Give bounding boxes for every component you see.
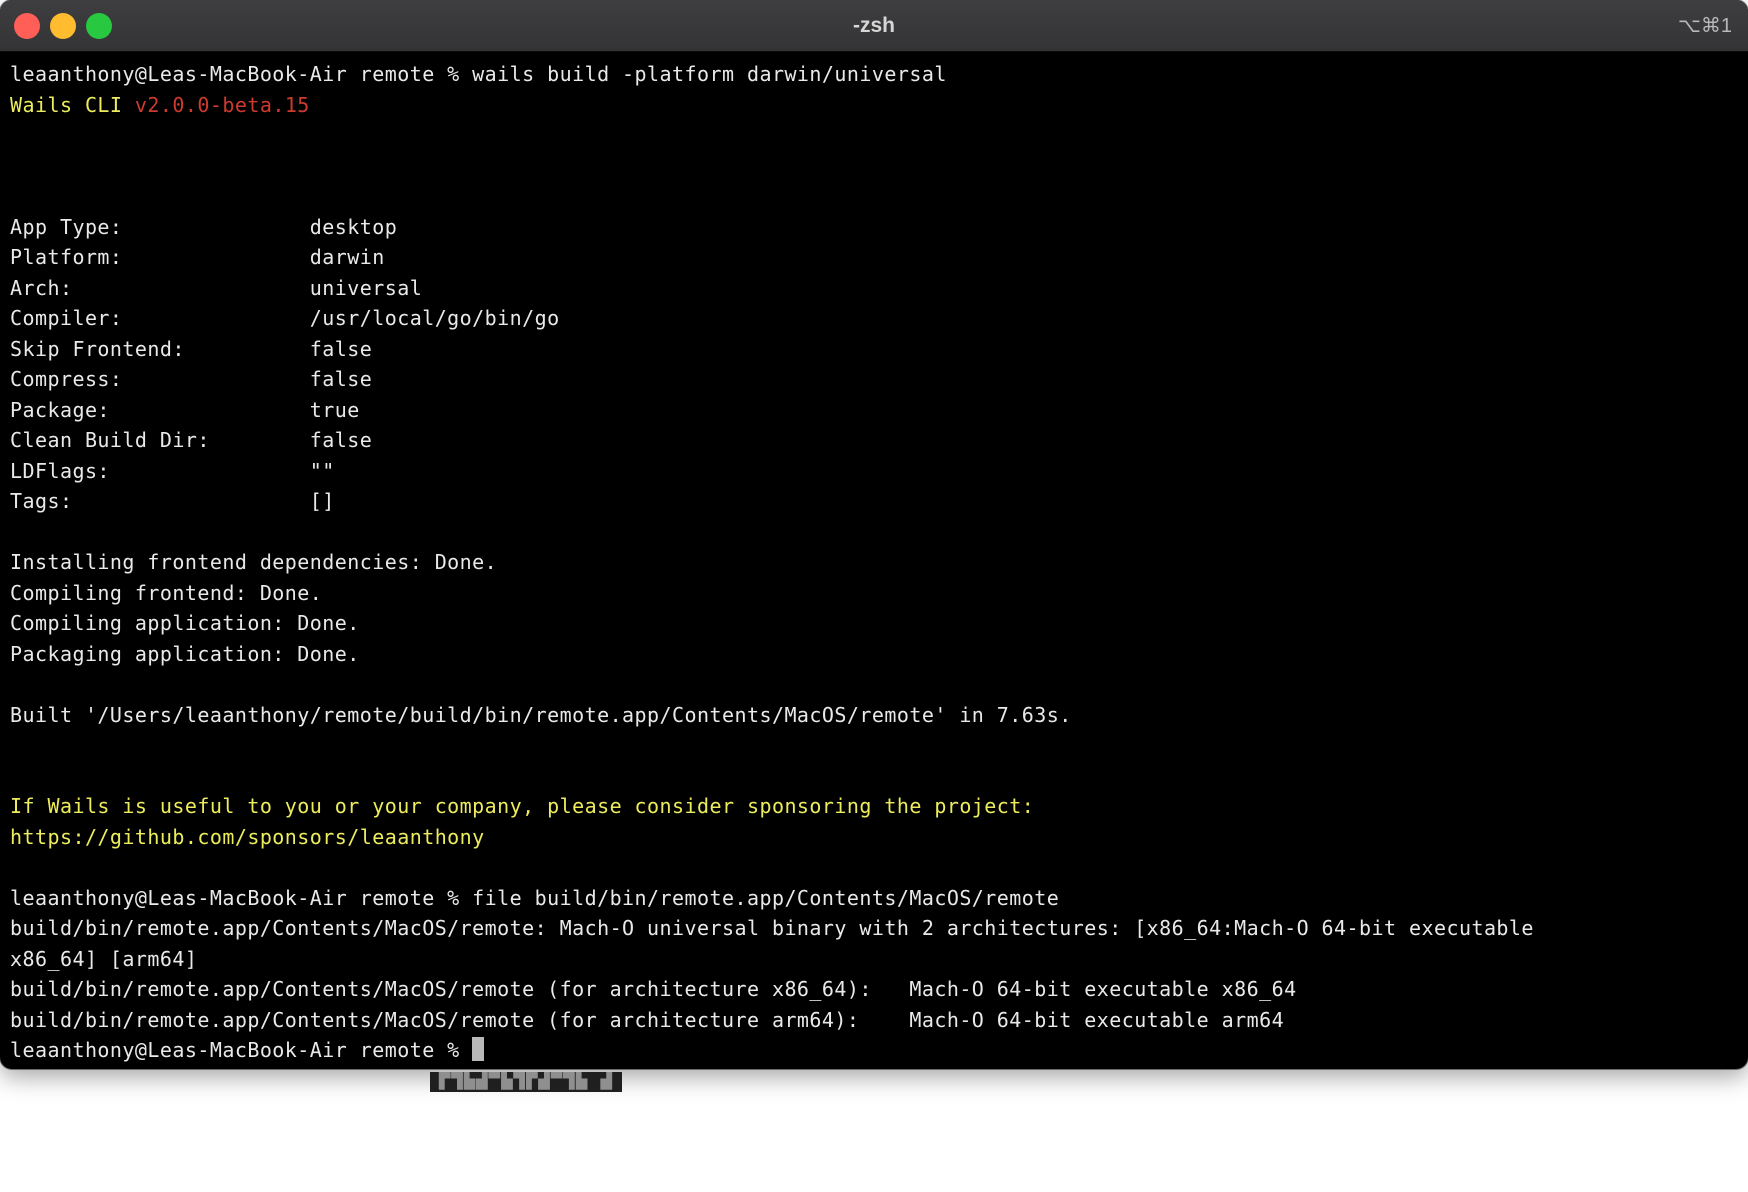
terminal-text-segment: build/bin/remote.app/Contents/MacOS/remo… [10, 977, 1297, 1001]
terminal-line [10, 761, 1738, 792]
terminal-text-segment: leaanthony@Leas-MacBook-Air remote % [10, 1038, 472, 1062]
terminal-text-segment: Tags: [] [10, 489, 335, 513]
terminal-window: -zsh ⌥⌘1 leaanthony@Leas-MacBook-Air rem… [0, 0, 1748, 1069]
terminal-text-segment: https://github.com/sponsors/leaanthony [10, 825, 485, 849]
window-shortcut-badge: ⌥⌘1 [1678, 0, 1732, 51]
terminal-text-segment: v2.0.0-beta.15 [135, 93, 310, 117]
terminal-line [10, 517, 1738, 548]
terminal-line: Compress: false [10, 364, 1738, 395]
clipped-glyphs: ▛▜▙▟▀▙▜▛▟▀▜▙ ▟ [430, 1072, 622, 1092]
terminal-line: Compiling frontend: Done. [10, 578, 1738, 609]
terminal-line: Arch: universal [10, 273, 1738, 304]
terminal-text-segment: Arch: universal [10, 276, 422, 300]
terminal-text-segment: Package: true [10, 398, 360, 422]
terminal-text-segment: Installing frontend dependencies: Done. [10, 550, 497, 574]
terminal-line: Tags: [] [10, 486, 1738, 517]
terminal-text-segment: Compress: false [10, 367, 372, 391]
terminal-text-segment: App Type: desktop [10, 215, 397, 239]
terminal-text-segment: build/bin/remote.app/Contents/MacOS/remo… [10, 1008, 1284, 1032]
window-titlebar[interactable]: -zsh ⌥⌘1 [0, 0, 1748, 52]
terminal-line: Wails CLI v2.0.0-beta.15 [10, 90, 1738, 121]
terminal-text-segment: leaanthony@Leas-MacBook-Air remote % fil… [10, 886, 1059, 910]
terminal-line [10, 852, 1738, 883]
terminal-text-segment: build/bin/remote.app/Contents/MacOS/remo… [10, 916, 1534, 940]
terminal-line [10, 730, 1738, 761]
terminal-text-segment: If Wails is useful to you or your compan… [10, 794, 1034, 818]
terminal-line: Skip Frontend: false [10, 334, 1738, 365]
terminal-line: LDFlags: "" [10, 456, 1738, 487]
text-cursor [472, 1037, 484, 1061]
terminal-line: Installing frontend dependencies: Done. [10, 547, 1738, 578]
terminal-line: build/bin/remote.app/Contents/MacOS/remo… [10, 1005, 1738, 1036]
terminal-line: leaanthony@Leas-MacBook-Air remote % [10, 1035, 1738, 1066]
terminal-line: x86_64] [arm64] [10, 944, 1738, 975]
terminal-line: App Type: desktop [10, 212, 1738, 243]
terminal-text-segment: Packaging application: Done. [10, 642, 360, 666]
traffic-lights [0, 13, 112, 39]
terminal-text-segment: Compiler: /usr/local/go/bin/go [10, 306, 560, 330]
terminal-text-segment: x86_64] [arm64] [10, 947, 197, 971]
minimize-button[interactable] [50, 13, 76, 39]
terminal-line: https://github.com/sponsors/leaanthony [10, 822, 1738, 853]
terminal-text-segment: Compiling frontend: Done. [10, 581, 322, 605]
terminal-line: Compiler: /usr/local/go/bin/go [10, 303, 1738, 334]
terminal-line [10, 151, 1738, 182]
terminal-line: Clean Build Dir: false [10, 425, 1738, 456]
terminal-line: leaanthony@Leas-MacBook-Air remote % wai… [10, 59, 1738, 90]
terminal-text-segment: LDFlags: "" [10, 459, 335, 483]
terminal-screen[interactable]: leaanthony@Leas-MacBook-Air remote % wai… [0, 52, 1748, 1068]
terminal-text-segment: Clean Build Dir: false [10, 428, 372, 452]
terminal-line: build/bin/remote.app/Contents/MacOS/remo… [10, 974, 1738, 1005]
terminal-line [10, 669, 1738, 700]
terminal-line: Compiling application: Done. [10, 608, 1738, 639]
zoom-button[interactable] [86, 13, 112, 39]
terminal-text-segment: Wails CLI [10, 93, 135, 117]
terminal-text-segment: Compiling application: Done. [10, 611, 360, 635]
terminal-line: Platform: darwin [10, 242, 1738, 273]
terminal-text-segment: Built '/Users/leaanthony/remote/build/bi… [10, 703, 1072, 727]
terminal-line [10, 120, 1738, 151]
background-window-fragment: ▛▜▙▟▀▙▜▛▟▀▜▙ ▟ [430, 1072, 622, 1092]
terminal-line: build/bin/remote.app/Contents/MacOS/remo… [10, 913, 1738, 944]
terminal-line: If Wails is useful to you or your compan… [10, 791, 1738, 822]
terminal-line: leaanthony@Leas-MacBook-Air remote % fil… [10, 883, 1738, 914]
terminal-text-segment: Platform: darwin [10, 245, 385, 269]
close-button[interactable] [14, 13, 40, 39]
terminal-text-segment: leaanthony@Leas-MacBook-Air remote % wai… [10, 62, 947, 86]
terminal-text-segment: Skip Frontend: false [10, 337, 372, 361]
terminal-line [10, 181, 1738, 212]
terminal-line: Built '/Users/leaanthony/remote/build/bi… [10, 700, 1738, 731]
terminal-line: Package: true [10, 395, 1738, 426]
window-title: -zsh [0, 0, 1748, 51]
terminal-line: Packaging application: Done. [10, 639, 1738, 670]
